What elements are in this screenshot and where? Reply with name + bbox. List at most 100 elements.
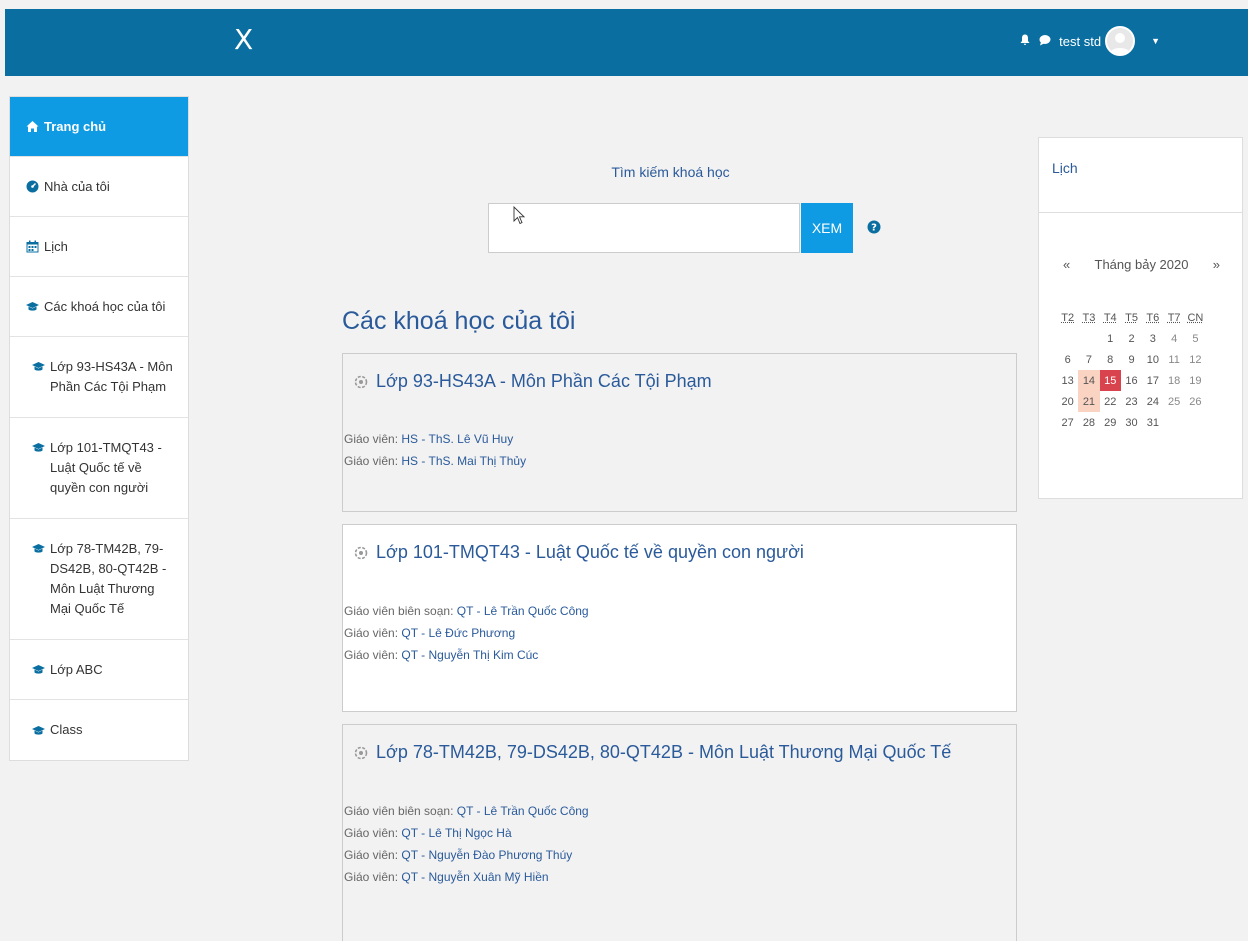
calendar-day[interactable]: 1 [1100,328,1121,349]
sidebar-item-course[interactable]: Lớp 93-HS43A - Môn Phần Các Tội Phạm [10,337,188,418]
calendar-day[interactable]: 2 [1121,328,1142,349]
help-icon[interactable]: ? [867,220,881,234]
calendar-title: Lịch [1039,138,1242,213]
course-icon [354,546,368,559]
teacher-role: Giáo viên biên soạn: [344,604,454,618]
calendar-day[interactable]: 16 [1121,370,1142,391]
teacher-line: Giáo viên: HS - ThS. Mai Thị Thủy [344,450,526,472]
search-button[interactable]: XEM [801,203,853,253]
graduation-cap-icon [32,665,45,674]
calendar-day[interactable]: 27 [1057,412,1078,433]
sidebar-item-course[interactable]: Class [10,700,188,760]
calendar-day[interactable]: 28 [1078,412,1099,433]
teacher-name-link[interactable]: QT - Lê Thị Ngọc Hà [401,826,511,840]
sidebar-item-course[interactable]: Lớp 78-TM42B, 79-DS42B, 80-QT42B - Môn L… [10,519,188,640]
course-title-link[interactable]: Lớp 78-TM42B, 79-DS42B, 80-QT42B - Môn L… [354,742,951,763]
teacher-role: Giáo viên: [344,648,399,662]
username[interactable]: test std [1059,34,1101,49]
calendar-day[interactable]: 12 [1185,349,1206,370]
weekday-header: T3 [1082,311,1096,324]
calendar-day[interactable]: 18 [1163,370,1184,391]
calendar-day[interactable]: 4 [1163,328,1184,349]
mouse-cursor-icon [513,206,525,225]
calendar-day[interactable]: 17 [1142,370,1163,391]
calendar-day[interactable]: 24 [1142,391,1163,412]
home-icon [26,121,39,132]
teacher-line: Giáo viên biên soạn: QT - Lê Trần Quốc C… [344,800,589,822]
sidebar-item-label: Lớp 101-TMQT43 - Luật Quốc tế về quyền c… [50,440,162,495]
next-month-button[interactable]: » [1213,257,1220,272]
sidebar-item-home[interactable]: Trang chủ [10,97,188,157]
teacher-name-link[interactable]: QT - Lê Trần Quốc Công [457,804,589,818]
course-card: Lớp 78-TM42B, 79-DS42B, 80-QT42B - Môn L… [342,724,1017,941]
course-title-link[interactable]: Lớp 101-TMQT43 - Luật Quốc tế về quyền c… [354,542,804,563]
calendar-day[interactable]: 30 [1121,412,1142,433]
graduation-cap-icon [32,362,45,371]
top-navbar: X test std ▼ [5,9,1248,76]
course-title-link[interactable]: Lớp 93-HS43A - Môn Phần Các Tội Phạm [354,371,712,392]
course-icon [354,746,368,759]
calendar-day[interactable]: 15 [1099,370,1121,391]
course-title[interactable]: Lớp 93-HS43A - Môn Phần Các Tội Phạm [376,371,712,392]
calendar-day[interactable]: 5 [1185,328,1206,349]
calendar-day[interactable]: 25 [1163,391,1184,412]
sidebar-item-label: Lớp ABC [50,661,103,677]
teacher-name-link[interactable]: HS - ThS. Mai Thị Thủy [401,454,526,468]
prev-month-button[interactable]: « [1063,257,1070,272]
course-card: Lớp 93-HS43A - Môn Phần Các Tội Phạm Giá… [342,353,1017,512]
calendar-day[interactable]: 26 [1185,391,1206,412]
calendar-day[interactable]: 11 [1163,349,1184,370]
calendar-day[interactable]: 3 [1142,328,1163,349]
calendar-empty-cell [1185,412,1206,433]
caret-down-icon[interactable]: ▼ [1151,36,1160,46]
calendar-day[interactable]: 8 [1100,349,1121,370]
teacher-role: Giáo viên: [344,870,399,884]
chat-bubble-icon[interactable] [1039,34,1051,49]
calendar-day[interactable]: 23 [1121,391,1142,412]
calendar-day[interactable]: 7 [1078,349,1099,370]
teacher-name-link[interactable]: HS - ThS. Lê Vũ Huy [401,432,513,446]
teacher-name-link[interactable]: QT - Lê Đức Phương [401,626,515,640]
teacher-name-link[interactable]: QT - Nguyễn Xuân Mỹ Hiền [401,870,548,884]
calendar-day[interactable]: 22 [1100,391,1121,412]
calendar-day[interactable]: 14 [1078,370,1100,391]
teacher-name-link[interactable]: QT - Lê Trần Quốc Công [457,604,589,618]
search-input[interactable] [488,203,800,253]
calendar-grid: T2 T3 T4 T5 T6 T7 CN 1 2 3 4 5 6 7 8 9 10 11 12 13 14 15 16 17… [1057,307,1206,433]
sidebar-item-dashboard[interactable]: Nhà của tôi [10,157,188,217]
teacher-name-link[interactable]: QT - Nguyễn Đào Phương Thúy [401,848,572,862]
weekday-header: T5 [1125,311,1138,324]
teacher-line: Giáo viên biên soạn: QT - Lê Trần Quốc C… [344,600,589,622]
sidebar-item-my-courses[interactable]: Các khoá học của tôi [10,277,188,337]
weekday-header: T7 [1167,311,1181,324]
calendar-day[interactable]: 19 [1185,370,1206,391]
site-logo[interactable]: X [234,23,253,56]
sidebar-item-label: Các khoá học của tôi [44,298,166,314]
sidebar-item-course[interactable]: Lớp ABC [10,640,188,700]
calendar-day[interactable]: 29 [1100,412,1121,433]
course-title[interactable]: Lớp 101-TMQT43 - Luật Quốc tế về quyền c… [376,542,804,563]
calendar-day[interactable]: 21 [1078,391,1100,412]
teacher-list: Giáo viên biên soạn: QT - Lê Trần Quốc C… [344,800,589,888]
calendar-day[interactable]: 10 [1142,349,1163,370]
calendar-day[interactable]: 9 [1121,349,1142,370]
sidebar-item-course[interactable]: Lớp 101-TMQT43 - Luật Quốc tế về quyền c… [10,418,188,519]
user-menu[interactable]: test std ▼ [1019,26,1160,56]
teacher-line: Giáo viên: QT - Lê Đức Phương [344,622,589,644]
graduation-cap-icon [32,443,45,452]
calendar-nav: « Tháng bảy 2020 » [1039,257,1242,272]
calendar-day[interactable]: 20 [1057,391,1078,412]
calendar-day[interactable]: 6 [1057,349,1078,370]
calendar-day[interactable]: 13 [1057,370,1078,391]
sidebar-item-calendar[interactable]: Lịch [10,217,188,277]
avatar[interactable] [1105,26,1136,56]
sidebar-item-label: Lịch [44,238,68,254]
sidebar-item-label: Trang chủ [44,118,107,134]
course-title[interactable]: Lớp 78-TM42B, 79-DS42B, 80-QT42B - Môn L… [376,742,951,763]
sidebar-nav: Trang chủ Nhà của tôi Lịch Các khoá học … [9,96,189,761]
calendar-day[interactable]: 31 [1142,412,1163,433]
weekday-header: CN [1187,311,1204,324]
bell-icon[interactable] [1019,34,1031,49]
svg-text:?: ? [871,223,877,234]
teacher-name-link[interactable]: QT - Nguyễn Thị Kim Cúc [401,648,538,662]
